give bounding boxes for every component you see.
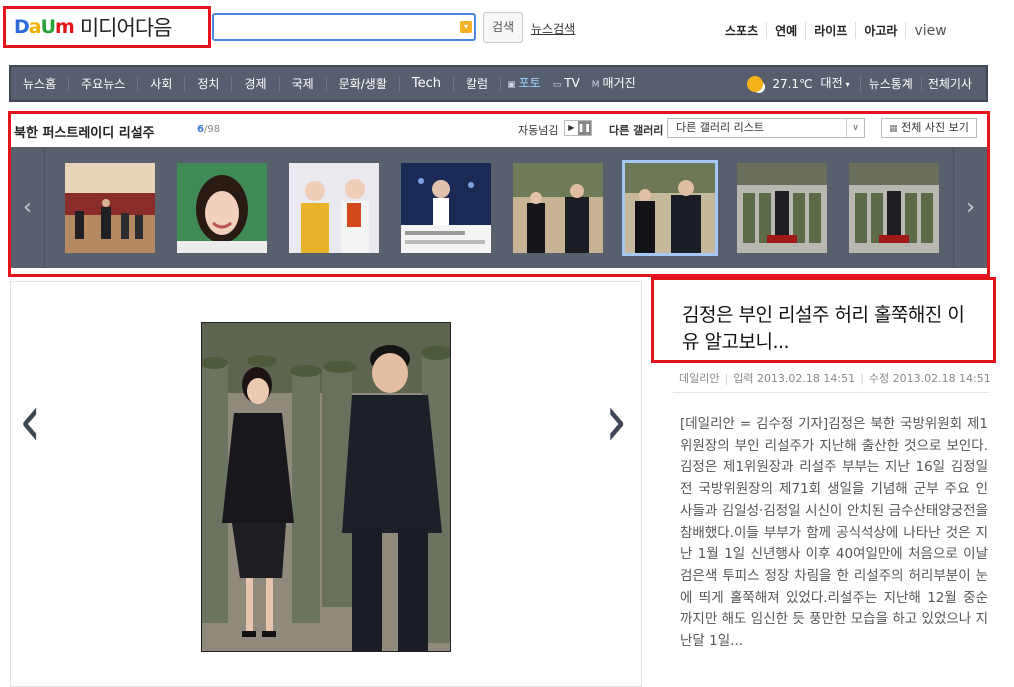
article-input-time: 입력 2013.02.18 14:51 (733, 372, 856, 385)
search-button[interactable]: 검색 (483, 12, 523, 43)
play-icon[interactable]: ▶ (565, 121, 578, 135)
thumb-image (289, 163, 379, 253)
nav-magazine[interactable]: M 매거진 (586, 76, 642, 92)
gallery-counter: 6/98 (197, 124, 220, 135)
next-thumbs-button[interactable]: › (953, 147, 987, 268)
thumb-image (401, 163, 491, 253)
logo-letter: m (55, 16, 75, 38)
gallery-header: 북한 퍼스트레이디 리설주 6/98 자동넘김 ▶ ❚❚ 다른 갤러리 다른 갤… (11, 114, 987, 146)
thumb-image (625, 163, 715, 253)
gallery-current: 6 (197, 124, 204, 135)
gallery-thumb-7[interactable] (737, 163, 827, 253)
tv-icon: ▭ (552, 79, 562, 90)
search-box[interactable]: ▾ (212, 13, 476, 41)
logo-letter: a (28, 16, 42, 38)
thumb-image (177, 163, 267, 253)
photo-gallery: 북한 퍼스트레이디 리설주 6/98 자동넘김 ▶ ❚❚ 다른 갤러리 다른 갤… (8, 111, 990, 277)
main-photo (201, 322, 451, 652)
thumb-image (737, 163, 827, 253)
nav-society[interactable]: 사회 (138, 76, 186, 91)
top-link-sports[interactable]: 스포츠 (717, 22, 768, 39)
thumb-image (65, 163, 155, 253)
grid-icon: ▦ (889, 124, 898, 134)
gallery-thumb-4[interactable] (401, 163, 491, 253)
nav-tv[interactable]: ▭ TV (547, 76, 586, 92)
nav-photo-label: 포토 (518, 75, 541, 90)
prev-photo-button[interactable]: ‹ (19, 385, 41, 459)
nav-magazine-label: 매거진 (602, 75, 636, 90)
thumbnail-strip: ‹ › (11, 147, 987, 268)
prev-thumbs-button[interactable]: ‹ (11, 147, 45, 268)
nav-tech[interactable]: Tech (400, 76, 455, 91)
article-meta: 데일리안 | 입력 2013.02.18 14:51 | 수정 2013.02.18 1… (679, 370, 991, 386)
article-edit-time: 수정 2013.02.18 14:51 (868, 372, 991, 385)
gallery-thumb-2[interactable] (177, 163, 267, 253)
chevron-down-icon: ∨ (846, 119, 864, 137)
nav-tv-label: TV (564, 75, 580, 90)
meta-divider: | (724, 372, 729, 385)
logo[interactable]: DaUm 미디어다음 (3, 6, 211, 48)
gallery-total: /98 (203, 124, 221, 135)
other-gallery-select-value: 다른 갤러리 리스트 (676, 121, 764, 134)
gallery-title: 북한 퍼스트레이디 리설주 (14, 126, 155, 141)
nav-culture[interactable]: 문화/생활 (327, 76, 400, 91)
nav-economy[interactable]: 경제 (232, 76, 280, 91)
pause-icon[interactable]: ❚❚ (577, 121, 591, 135)
camera-icon: ▣ (507, 79, 516, 90)
sun-cloud-icon (747, 75, 764, 92)
thumb-image (513, 163, 603, 253)
nav-international[interactable]: 국제 (280, 76, 327, 91)
top-link-agora[interactable]: 아고라 (856, 22, 907, 39)
main-nav: 뉴스홈 주요뉴스 사회 정치 경제 국제 문화/생활 Tech 칼럼 ▣ 포토 ▭… (9, 65, 988, 102)
nav-main-news[interactable]: 주요뉴스 (69, 76, 139, 91)
article-headline[interactable]: 김정은 부인 리설주 허리 홀쭉해진 이유 알고보니... (651, 277, 996, 363)
nav-news-stats[interactable]: 뉴스통계 (861, 76, 922, 91)
other-gallery-select[interactable]: 다른 갤러리 리스트 ∨ (667, 118, 865, 138)
search-input[interactable] (214, 15, 454, 39)
article-source[interactable]: 데일리안 (679, 372, 719, 385)
all-photos-label: 전체 사진 보기 (901, 121, 969, 134)
site-title: 미디어다음 (79, 16, 173, 40)
nav-column[interactable]: 칼럼 (454, 76, 502, 91)
thumb-image (849, 163, 939, 253)
chevron-left-icon: ‹ (23, 195, 32, 220)
search-dropdown-icon[interactable]: ▾ (460, 21, 472, 33)
logo-letter: U (40, 16, 56, 38)
autoplay-toggle[interactable]: ▶ ❚❚ (564, 120, 592, 136)
top-link-life[interactable]: 라이프 (806, 22, 857, 39)
gallery-thumb-3[interactable] (289, 163, 379, 253)
top-link-entertainment[interactable]: 연예 (767, 22, 807, 39)
chevron-right-icon: › (966, 195, 975, 220)
next-photo-button[interactable]: › (605, 385, 627, 459)
autoplay-label: 자동넘김 (518, 124, 559, 137)
chevron-down-icon: ▾ (845, 79, 850, 89)
main-photo-panel: ‹ › (10, 281, 642, 687)
nav-politics[interactable]: 정치 (185, 76, 233, 91)
logo-letter: D (14, 16, 30, 38)
weather-city-label: 대전 (820, 75, 843, 90)
meta-divider-line (673, 392, 989, 393)
gallery-thumb-6-selected[interactable] (622, 160, 718, 256)
magazine-icon: M (591, 79, 600, 90)
main-photo-image (202, 323, 450, 651)
news-search-link[interactable]: 뉴스검색 (531, 20, 575, 37)
all-photos-button[interactable]: ▦ 전체 사진 보기 (881, 118, 977, 138)
weather-temp: 27.1℃ (772, 76, 813, 91)
top-link-view[interactable]: view (906, 23, 954, 39)
gallery-thumb-1[interactable] (65, 163, 155, 253)
gallery-thumb-5[interactable] (513, 163, 603, 253)
nav-photo[interactable]: ▣ 포토 (501, 76, 547, 92)
gallery-thumb-8[interactable] (849, 163, 939, 253)
meta-divider: | (860, 372, 864, 385)
nav-right: 27.1℃ 대전 ▾ 뉴스통계 전체기사 (747, 67, 978, 100)
article-body: [데일리안 = 김수정 기자]김정은 북한 국방위원회 제1위원장의 부인 리설… (680, 416, 988, 650)
daum-logo: DaUm (14, 16, 75, 38)
weather-city[interactable]: 대전 ▾ (817, 75, 861, 92)
nav-all-articles[interactable]: 전체기사 (922, 77, 978, 91)
other-gallery-label: 다른 갤러리 (609, 124, 664, 137)
nav-news-home[interactable]: 뉴스홈 (11, 76, 70, 91)
top-links: 스포츠 연예 라이프 아고라 view (717, 22, 955, 39)
